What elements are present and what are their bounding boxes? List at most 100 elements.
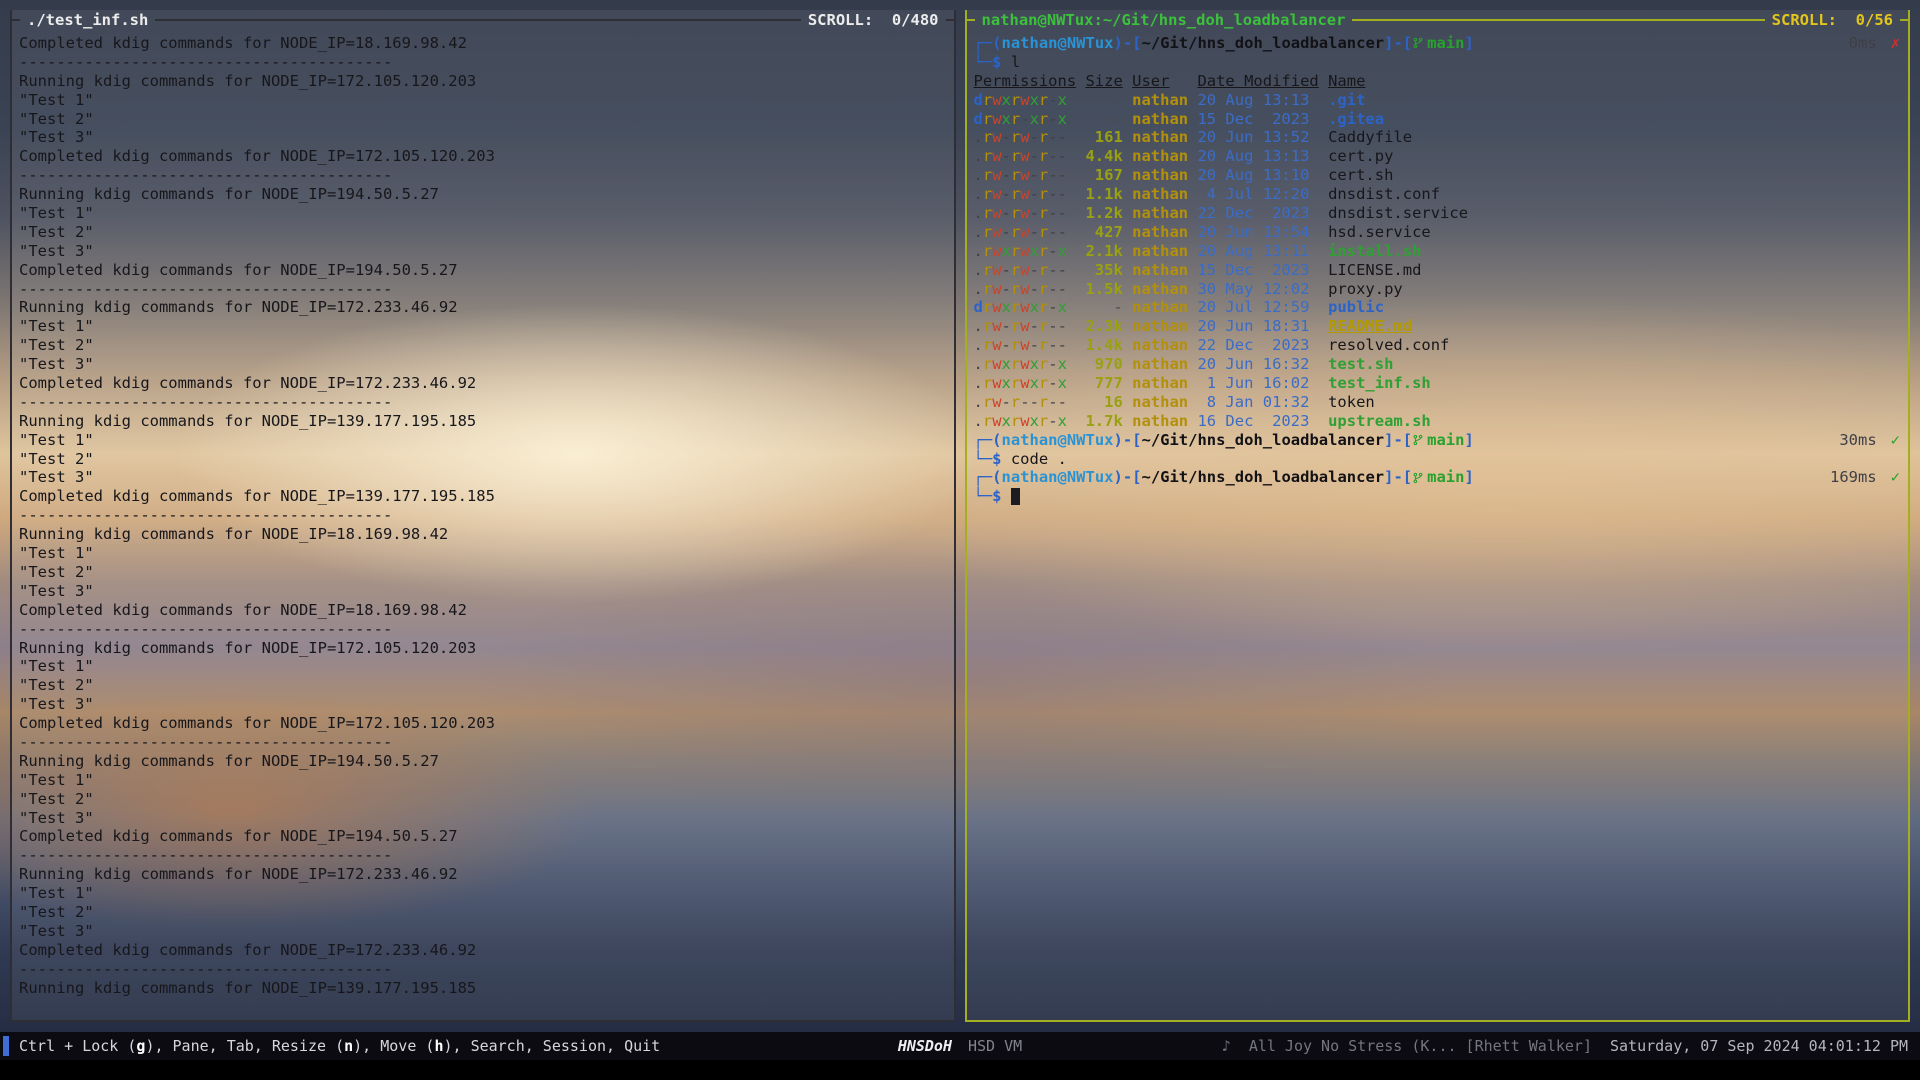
file-owner: nathan (1132, 166, 1188, 185)
file-row: drwxrwxr-x-nathan20 Aug 13:13.git (974, 91, 1901, 110)
prompt-command-line[interactable]: └─$ (974, 487, 1901, 506)
command-duration: 169ms (1830, 468, 1877, 487)
file-name: cert.sh (1328, 166, 1393, 184)
file-date-modified: 20 Jul 12:59 (1197, 298, 1318, 317)
file-name: test.sh (1328, 355, 1393, 373)
file-name: upstream.sh (1328, 412, 1431, 430)
file-owner: nathan (1132, 185, 1188, 204)
file-permissions: drwxrwxr-x (974, 91, 1077, 110)
file-name: LICENSE.md (1328, 261, 1421, 279)
file-date-modified: 16 Dec 2023 (1197, 412, 1318, 431)
status-bar: Ctrl + Lock (g), Pane, Tab, Resize (n), … (0, 1032, 1920, 1060)
command-duration: 30ms (1839, 431, 1876, 450)
file-permissions: .rwxrwxr-x (974, 355, 1077, 374)
file-row: .rw-rw-r--35knathan15 Dec 2023LICENSE.md (974, 261, 1901, 280)
music-note-icon: ♪ (1222, 1037, 1231, 1055)
file-permissions: .rwxrwxr-x (974, 374, 1077, 393)
terminal-output-line: Running kdig commands for NODE_IP=139.17… (19, 412, 946, 431)
file-name: .gitea (1328, 110, 1384, 128)
file-size: - (1076, 91, 1123, 110)
file-size: 35k (1076, 261, 1123, 280)
terminal-output-line: ---------------------------------------- (19, 393, 946, 412)
terminal-output-line: "Test 2" (19, 110, 946, 129)
terminal-output-line: ---------------------------------------- (19, 166, 946, 185)
file-date-modified: 1 Jun 16:02 (1197, 374, 1318, 393)
terminal-output-line: Running kdig commands for NODE_IP=139.17… (19, 979, 946, 998)
terminal-cursor (1011, 488, 1020, 505)
file-row: .rwxrwxr-x2.1knathan20 Aug 13:11install.… (974, 242, 1901, 261)
file-row: .rw-rw-r--1.4knathan22 Dec 2023resolved.… (974, 336, 1901, 355)
file-permissions: .rw-rw-r-- (974, 147, 1077, 166)
status-right-section: ♪ All Joy No Stress (K... [Rhett Walker]… (1222, 1037, 1920, 1055)
terminal-output-line: "Test 1" (19, 657, 946, 676)
file-date-modified: 20 Aug 13:11 (1197, 242, 1318, 261)
file-date-modified: 20 Jun 13:52 (1197, 128, 1318, 147)
file-owner: nathan (1132, 336, 1188, 355)
file-row: .rw-rw-r--1.1knathan 4 Jul 12:20dnsdist.… (974, 185, 1901, 204)
file-row: .rwxrwxr-x1.7knathan16 Dec 2023upstream.… (974, 412, 1901, 431)
frame-line (967, 19, 975, 21)
pane-left-test-script[interactable]: ./test_inf.sh SCROLL: 0/480 Completed kd… (10, 10, 956, 1022)
file-owner: nathan (1132, 412, 1188, 431)
right-pane-scroll-indicator: SCROLL: 0/56 (1765, 11, 1900, 29)
file-date-modified: 20 Aug 13:13 (1197, 91, 1318, 110)
file-date-modified: 20 Aug 13:10 (1197, 166, 1318, 185)
file-name: proxy.py (1328, 280, 1403, 298)
terminal-output-line: Running kdig commands for NODE_IP=172.23… (19, 865, 946, 884)
prompt-user-host: nathan@NWTux (1002, 468, 1114, 487)
git-branch-name: main (1427, 431, 1464, 450)
file-row: .rw-rw-r--2.3knathan20 Jun 18:31README.m… (974, 317, 1901, 336)
terminal-output-line: "Test 1" (19, 317, 946, 336)
file-permissions: .rw-rw-r-- (974, 317, 1077, 336)
command-duration: 0ms (1849, 34, 1877, 53)
terminal-output-line: "Test 2" (19, 336, 946, 355)
prompt-command-line: └─$ l (974, 53, 1901, 72)
frame-line (1900, 19, 1908, 21)
file-date-modified: 15 Dec 2023 (1197, 261, 1318, 280)
file-owner: nathan (1132, 110, 1188, 129)
file-permissions: drwxr-xr-x (974, 110, 1077, 129)
file-row: .rw-rw-r--167nathan20 Aug 13:10cert.sh (974, 166, 1901, 185)
file-size: 2.1k (1076, 242, 1123, 261)
prompt-path: ~/Git/hns_doh_loadbalancer (1141, 34, 1384, 53)
terminal-output-line: Completed kdig commands for NODE_IP=194.… (19, 827, 946, 846)
file-owner: nathan (1132, 355, 1188, 374)
terminal-output-line: "Test 1" (19, 544, 946, 563)
terminal-output-line: Running kdig commands for NODE_IP=194.50… (19, 752, 946, 771)
file-permissions: .rw-rw-r-- (974, 128, 1077, 147)
pane-container: ./test_inf.sh SCROLL: 0/480 Completed kd… (10, 10, 1910, 1022)
session-name: HNSDoH (898, 1037, 952, 1055)
file-permissions: .rw-rw-r-- (974, 204, 1077, 223)
file-row: .rw-r--r--16nathan 8 Jan 01:32token (974, 393, 1901, 412)
terminal-output-line: "Test 1" (19, 884, 946, 903)
shortcut-key: n (344, 1037, 353, 1055)
file-size: 1.7k (1076, 412, 1123, 431)
right-pane-frame-top: nathan@NWTux:~/Git/hns_doh_loadbalancer … (967, 10, 1909, 29)
terminal-output-line: "Test 1" (19, 204, 946, 223)
mode-indicator-bar (3, 1036, 9, 1056)
file-date-modified: 30 May 12:02 (1197, 280, 1318, 299)
file-owner: nathan (1132, 374, 1188, 393)
left-pane-scroll-indicator: SCROLL: 0/480 (801, 11, 946, 29)
terminal-output-line: ---------------------------------------- (19, 506, 946, 525)
file-name: resolved.conf (1328, 336, 1449, 354)
file-size: 2.3k (1076, 317, 1123, 336)
terminal-output-line: "Test 3" (19, 582, 946, 601)
file-owner: nathan (1132, 147, 1188, 166)
left-pane-body[interactable]: Completed kdig commands for NODE_IP=18.1… (12, 29, 954, 1020)
right-pane-body[interactable]: ┌─(nathan@NWTux)-[~/Git/hns_doh_loadbala… (967, 29, 1909, 1020)
pane-right-shell[interactable]: nathan@NWTux:~/Git/hns_doh_loadbalancer … (965, 10, 1911, 1022)
prompt-path: ~/Git/hns_doh_loadbalancer (1141, 431, 1384, 450)
file-owner: nathan (1132, 298, 1188, 317)
file-name: cert.py (1328, 147, 1393, 165)
file-permissions: .rw-rw-r-- (974, 223, 1077, 242)
prompt-header-line: ┌─(nathan@NWTux)-[~/Git/hns_doh_loadbala… (974, 34, 1901, 53)
terminal-output-line: Running kdig commands for NODE_IP=172.10… (19, 72, 946, 91)
terminal-output-line: "Test 2" (19, 563, 946, 582)
terminal-output-line: "Test 3" (19, 922, 946, 941)
file-size: 1.4k (1076, 336, 1123, 355)
file-size: 161 (1076, 128, 1123, 147)
terminal-output-line: Running kdig commands for NODE_IP=172.10… (19, 639, 946, 658)
file-owner: nathan (1132, 223, 1188, 242)
file-date-modified: 22 Dec 2023 (1197, 204, 1318, 223)
